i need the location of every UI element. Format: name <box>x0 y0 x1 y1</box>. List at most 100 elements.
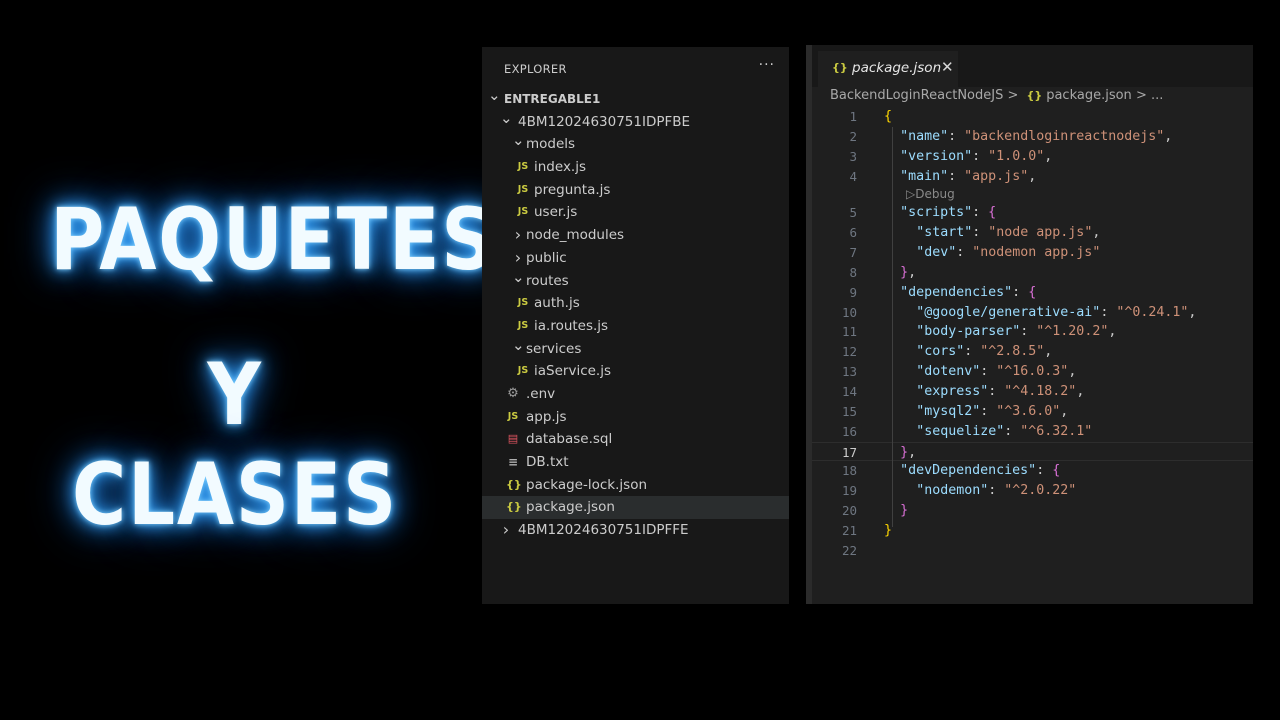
tree-file[interactable]: JS pregunta.js <box>482 179 789 202</box>
code-line[interactable]: 17}, <box>812 441 1253 462</box>
code-line[interactable]: 9 "dependencies": { <box>812 283 1253 303</box>
tree-item-label: 4BM12024630751IDPFFE <box>518 522 689 539</box>
code-token: { <box>1052 463 1061 479</box>
code-line[interactable]: 20} <box>812 501 1253 521</box>
tree-item-label: pregunta.js <box>534 181 611 198</box>
code-token: : <box>972 205 989 221</box>
code-line[interactable]: 14 "express": "^4.18.2", <box>812 382 1253 402</box>
code-text: "name": "backendloginreactnodejs", <box>900 127 1172 147</box>
tree-file[interactable]: JS auth.js <box>482 292 789 315</box>
tree-folder[interactable]: ⌄ routes <box>482 268 789 293</box>
code-line[interactable]: 11 "body-parser": "^1.20.2", <box>812 322 1253 342</box>
tree-item-label: app.js <box>526 408 567 425</box>
code-line[interactable]: 7 "dev": "nodemon app.js" <box>812 243 1253 263</box>
breadcrumb-tail[interactable]: > ... <box>1136 88 1163 103</box>
debug-codelens[interactable]: ▷Debug <box>812 186 1253 203</box>
tree-folder[interactable]: ⌄ 4BM12024630751IDPFBE <box>482 109 789 134</box>
breadcrumb-file[interactable]: package.json <box>1046 88 1132 103</box>
code-token: , <box>1044 344 1053 360</box>
tree-file[interactable]: JS ia.routes.js <box>482 315 789 338</box>
more-actions-icon[interactable]: ··· <box>759 57 775 73</box>
tree-folder[interactable]: ⌄ services <box>482 336 789 361</box>
code-line[interactable]: 8}, <box>812 263 1253 283</box>
code-text: "devDependencies": { <box>900 461 1060 481</box>
tree-item-label: services <box>526 340 582 357</box>
line-number: 20 <box>841 503 857 519</box>
code-text: "mysql2": "^3.6.0", <box>916 402 1068 422</box>
code-token: "^4.18.2" <box>1004 383 1077 399</box>
code-line[interactable]: 12 "cors": "^2.8.5", <box>812 342 1253 362</box>
tree-folder[interactable]: › node_modules <box>482 224 789 247</box>
breadcrumb-separator: > <box>1007 88 1019 103</box>
code-token: "nodemon app.js" <box>972 245 1101 261</box>
code-token: "^16.0.3" <box>996 364 1069 380</box>
tree-file[interactable]: ⚙ .env <box>482 383 789 406</box>
js-file-icon: JS <box>517 161 529 173</box>
tree-folder[interactable]: › 4BM12024630751IDPFFE <box>482 519 789 542</box>
code-text: "dotenv": "^16.0.3", <box>916 362 1076 382</box>
code-line[interactable]: 16 "sequelize": "^6.32.1" <box>812 422 1253 442</box>
code-token: : <box>1020 324 1037 340</box>
code-line[interactable]: 5 "scripts": { <box>812 203 1253 223</box>
tree-item-label: DB.txt <box>526 454 569 470</box>
code-token: "1.0.0" <box>988 148 1045 164</box>
code-token: } <box>900 503 909 519</box>
line-number: 22 <box>841 542 857 558</box>
code-line[interactable]: 4 "main": "app.js", <box>812 167 1253 187</box>
code-area[interactable]: 1{2 "name": "backendloginreactnodejs", 3 "v… <box>812 107 1253 561</box>
code-token: : <box>1036 463 1053 479</box>
code-line[interactable]: 6 "start": "node app.js", <box>812 223 1253 243</box>
tree-folder[interactable]: › public <box>482 247 789 270</box>
title-line-1: PAQUETES <box>50 190 497 290</box>
tree-folder[interactable]: ⌄ ENTREGABLE1 <box>482 86 789 111</box>
code-token: "dependencies" <box>900 284 1013 300</box>
code-line[interactable]: 10 "@google/generative-ai": "^0.24.1", <box>812 303 1253 323</box>
tree-file[interactable]: {} package-lock.json <box>482 474 789 497</box>
line-number: 3 <box>849 148 857 164</box>
close-icon[interactable]: ✕ <box>941 58 954 76</box>
code-line[interactable]: 22 <box>812 541 1253 561</box>
code-line[interactable]: 15 "mysql2": "^3.6.0", <box>812 402 1253 422</box>
line-number: 19 <box>841 483 857 499</box>
code-token: } <box>900 264 909 280</box>
json-file-icon: {} <box>506 500 522 514</box>
tree-file[interactable]: JS index.js <box>482 156 789 179</box>
code-token: "backendloginreactnodejs" <box>964 128 1165 144</box>
tree-item-label: index.js <box>534 159 587 176</box>
line-number: 11 <box>841 324 857 340</box>
breadcrumb: BackendLoginReactNodeJS > {} package.json… <box>830 88 1163 103</box>
code-token: , <box>1060 403 1069 419</box>
tree-item-label: models <box>526 136 576 153</box>
json-file-icon: {} <box>506 477 522 491</box>
tree-file[interactable]: JS user.js <box>482 201 789 224</box>
code-token: "^0.24.1" <box>1116 304 1189 320</box>
code-text: } <box>884 521 892 541</box>
tree-file[interactable]: JS app.js <box>482 406 789 429</box>
code-line[interactable]: 21} <box>812 521 1253 541</box>
tree-file[interactable]: JS iaService.js <box>482 360 789 383</box>
tab-bar: {} package.json ✕ <box>812 45 1253 88</box>
breadcrumb-folder[interactable]: BackendLoginReactNodeJS <box>830 88 1003 103</box>
code-token: "nodemon" <box>916 483 989 499</box>
tree-file[interactable]: {} package.json <box>482 496 789 520</box>
line-number: 17 <box>841 444 857 460</box>
code-token: , <box>1044 148 1053 164</box>
code-line[interactable]: 2 "name": "backendloginreactnodejs", <box>812 127 1253 147</box>
code-text: "dev": "nodemon app.js" <box>916 243 1100 263</box>
code-line[interactable]: 13 "dotenv": "^16.0.3", <box>812 362 1253 382</box>
tree-file[interactable]: ▤ database.sql <box>482 428 789 451</box>
tree-file[interactable]: ≡ DB.txt <box>482 451 789 474</box>
code-token: "main" <box>900 168 949 184</box>
tree-folder[interactable]: ⌄ models <box>482 131 789 156</box>
code-line[interactable]: 3 "version": "1.0.0", <box>812 147 1253 167</box>
code-token: , <box>1076 383 1085 399</box>
tab-package-json[interactable]: {} package.json ✕ <box>818 51 958 88</box>
tree-item-label: .env <box>526 385 556 402</box>
code-token: "scripts" <box>900 205 973 221</box>
code-line[interactable]: 19 "nodemon": "^2.0.22" <box>812 481 1253 501</box>
tree-item-label: node_modules <box>526 227 625 244</box>
code-token: "mysql2" <box>916 403 981 419</box>
tree-item-label: public <box>526 249 567 266</box>
code-line[interactable]: 1{ <box>812 107 1253 127</box>
code-line[interactable]: 18 "devDependencies": { <box>812 461 1253 481</box>
